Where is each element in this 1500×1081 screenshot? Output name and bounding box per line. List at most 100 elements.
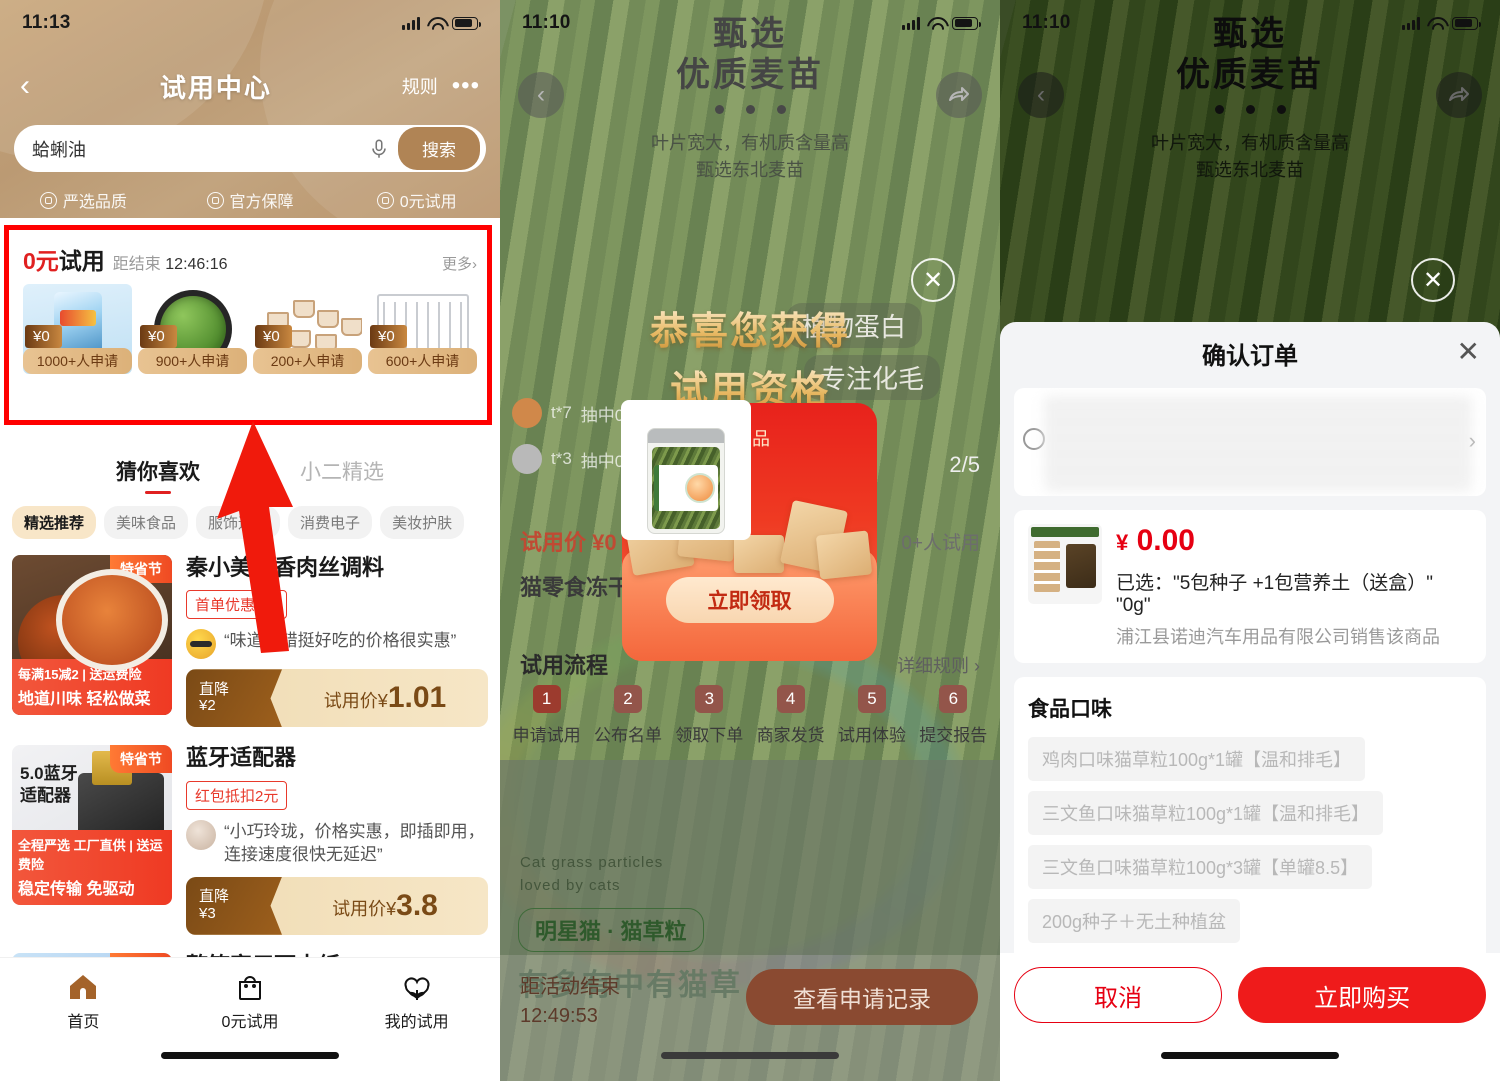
cancel-button[interactable]: 取消 — [1014, 967, 1223, 1023]
feature-row: 严选品质 官方保障 0元试用 — [0, 188, 500, 212]
step-label: 公布名单 — [593, 726, 662, 745]
claim-button[interactable]: 立即领取 — [665, 577, 834, 623]
microphone-icon[interactable] — [368, 138, 390, 160]
discount-tag: 首单优惠1元 — [186, 590, 288, 620]
chip-beauty[interactable]: 美妆护肤 — [380, 506, 465, 539]
product-info: 蓝牙适配器 红包抵扣2元 “小巧玲珑，价格实惠，即插即用，连接速度很快无延迟” … — [186, 745, 488, 935]
product-info: 秦小美鱼香肉丝调料 首单优惠1元 “味道不错挺好吃的价格很实惠” 直降 ¥2 试… — [186, 555, 488, 728]
list-item[interactable]: 特省节 每满15减2 | 送运费险 地道川味 轻松做菜 秦小美鱼香肉丝调料 首单… — [12, 549, 488, 739]
flow-step: 1 申请试用 — [506, 685, 587, 746]
close-icon[interactable]: ✕ — [1457, 338, 1480, 366]
price-bar[interactable]: 直降 ¥2 试用价¥1.01 — [186, 669, 488, 728]
english-line-1: Cat grass particles — [520, 854, 664, 871]
more-link[interactable]: 更多› — [442, 253, 477, 274]
status-icons — [1402, 16, 1481, 30]
feature-free-trial: 0元试用 — [333, 188, 500, 212]
panel-trial-center: 11:13 ‹ 试用中心 规则 ••• 蛤蜊油 搜索 严选品质 官方保障 0元试… — [0, 0, 500, 1081]
trial-item[interactable]: ¥0 1000+人申请 — [23, 284, 132, 374]
chip-apparel[interactable]: 服饰运动 — [196, 506, 281, 539]
chip-food[interactable]: 美味食品 — [104, 506, 189, 539]
logo-red-part: 0元 — [23, 248, 59, 274]
status-time-value: 11:10 — [1022, 12, 1071, 33]
tab-my-trials[interactable]: 我的试用 — [333, 970, 500, 1032]
tab-free-trial[interactable]: 0元试用 — [167, 970, 334, 1032]
more-label: 更多 — [441, 256, 472, 273]
price-value: 0.00 — [1136, 524, 1195, 557]
tab-home[interactable]: 首页 — [0, 970, 167, 1032]
heart-sprout-icon — [333, 970, 500, 1004]
sheet-action-bar: 取消 立即购买 — [1000, 953, 1500, 1081]
close-circle-icon[interactable]: ✕ — [911, 258, 955, 302]
step-number: 5 — [857, 685, 886, 713]
feature-label: 严选品质 — [62, 194, 127, 211]
more-options-icon[interactable]: ••• — [452, 74, 480, 98]
gift-icon — [376, 191, 394, 209]
congrats-line-1: 恭喜您获得 — [500, 300, 1000, 355]
feature-label: 0元试用 — [399, 194, 457, 211]
status-time: 11:10 — [1022, 12, 1083, 34]
search-bar[interactable]: 蛤蜊油 搜索 — [14, 125, 486, 172]
promo-line-1: 全程严选 工厂直供 | 送运费险 — [18, 838, 163, 873]
step-number: 1 — [532, 685, 561, 713]
chip-featured[interactable]: 精选推荐 — [12, 506, 97, 539]
applicant-count: 600+人申请 — [368, 348, 477, 374]
trial-item[interactable]: ¥0 900+人申请 — [138, 284, 247, 374]
flow-step: 4 商家发货 — [750, 685, 831, 746]
step-number: 3 — [695, 685, 724, 713]
battery-icon — [1452, 16, 1481, 30]
promo-band: 每满15减2 | 送运费险 地道川味 轻松做菜 — [12, 659, 172, 715]
address-redacted — [1044, 394, 1472, 490]
search-input[interactable]: 蛤蜊油 — [32, 136, 368, 162]
product-image: 5.0蓝牙 适配器 特省节 全程严选 工厂直供 | 送运费险 稳定传输 免驱动 — [12, 745, 172, 906]
trial-item-list: ¥0 1000+人申请 ¥0 900+人申请 ¥0 200+人申请 ¥0 600… — [23, 284, 477, 374]
option-chip[interactable]: 200g种子＋无土种植盆 — [1028, 899, 1241, 943]
address-card[interactable]: › — [1014, 388, 1486, 496]
flow-step: 5 试用体验 — [831, 685, 912, 746]
trial-item[interactable]: ¥0 200+人申请 — [253, 284, 362, 374]
trial-item[interactable]: ¥0 600+人申请 — [368, 284, 477, 374]
search-button[interactable]: 搜索 — [398, 127, 480, 170]
status-time: 11:10 — [522, 12, 571, 33]
activity-countdown: 距活动结束 12:49:53 — [520, 973, 620, 1031]
product-detail-section: Cat grass particles loved by cats 明星猫 · … — [500, 760, 1000, 1002]
close-circle-icon[interactable]: ✕ — [1411, 258, 1455, 302]
detailed-rules-link[interactable]: 详细规则 › — [897, 652, 980, 678]
option-chip[interactable]: 三文鱼口味猫草粒100g*1罐【温和排毛】 — [1028, 791, 1384, 835]
buy-now-button[interactable]: 立即购买 — [1238, 967, 1486, 1023]
trial-price: 试用价¥3.8 — [282, 889, 488, 923]
back-icon[interactable]: ‹ — [20, 71, 30, 101]
free-trial-card[interactable]: 0元试用 距结束 12:46:16 更多› ¥0 1000+人申请 ¥0 900… — [9, 230, 491, 420]
home-indicator — [161, 1052, 339, 1059]
feature-label: 官方保障 — [229, 194, 294, 211]
flow-step: 3 领取下单 — [669, 685, 750, 746]
english-line-2: loved by cats — [520, 876, 621, 894]
view-applications-button[interactable]: 查看申请记录 — [746, 969, 978, 1025]
quality-icon — [39, 191, 57, 209]
feature-official: 官方保障 — [167, 188, 334, 212]
trial-price-label: 试用价¥ — [323, 691, 388, 712]
tab-guess-you-like[interactable]: 猜你喜欢 — [116, 456, 200, 486]
flow-step: 6 提交报告 — [913, 685, 994, 746]
tab-label: 我的试用 — [384, 1014, 449, 1031]
trial-price-line: 试用价 ¥0 — [520, 530, 617, 555]
seller-name: 浦江县诺迪汽车用品有限公司销售该商品 — [1116, 627, 1440, 647]
rules-link[interactable]: 规则 — [402, 73, 438, 99]
avatar — [186, 819, 216, 850]
status-bar-3: 11:10 — [1000, 0, 1500, 46]
option-chip[interactable]: 三文鱼口味猫草粒100g*3罐【单罐8.5】 — [1028, 845, 1373, 889]
list-item[interactable]: 5.0蓝牙 适配器 特省节 全程严选 工厂直供 | 送运费险 稳定传输 免驱动 蓝… — [12, 739, 488, 946]
step-number: 2 — [613, 685, 642, 713]
option-chip[interactable]: 鸡肉口味猫草粒100g*1罐【温和排毛】 — [1028, 737, 1366, 781]
trial-price-value: 3.8 — [396, 888, 438, 922]
product-name: 猫零食冻干 — [520, 575, 631, 600]
feature-quality: 严选品质 — [0, 188, 167, 212]
countdown-label: 距活动结束 — [520, 976, 620, 998]
currency-symbol: ¥ — [1116, 530, 1129, 555]
chip-electronics[interactable]: 消费电子 — [288, 506, 373, 539]
price-badge: ¥0 — [255, 325, 292, 348]
festival-badge: 特省节 — [110, 555, 172, 583]
trial-price-label: 试用价¥ — [332, 898, 397, 919]
tab-staff-picks[interactable]: 小二精选 — [300, 456, 384, 486]
price-bar[interactable]: 直降 ¥3 试用价¥3.8 — [186, 876, 488, 935]
home-indicator — [661, 1052, 839, 1059]
